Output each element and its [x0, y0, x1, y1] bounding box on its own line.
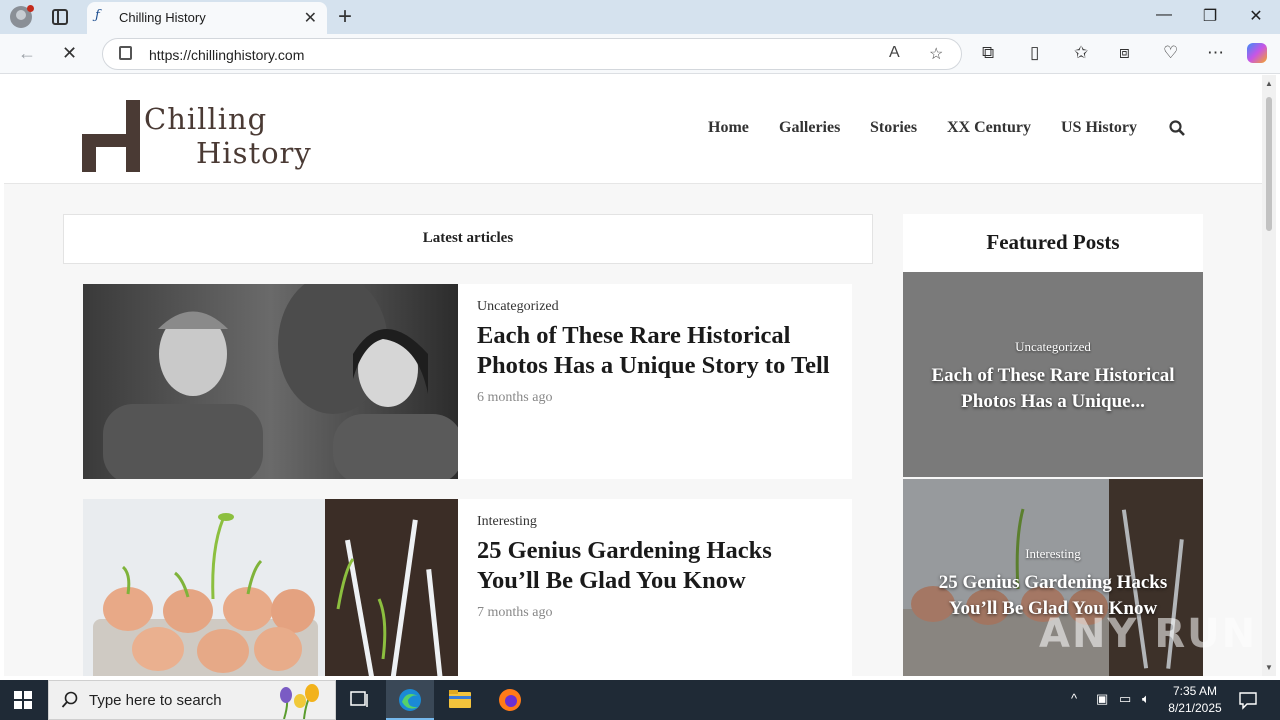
article-category[interactable]: Uncategorized	[477, 299, 559, 315]
read-aloud-icon[interactable]: A	[889, 44, 900, 62]
site-info-icon[interactable]	[119, 46, 132, 60]
tab-title: Chilling History	[119, 10, 206, 25]
browser-tab-bar: ƒ Chilling History ✕ + — ❐ ✕	[0, 0, 1280, 34]
site-logo[interactable]: Chilling History	[82, 100, 332, 172]
tab-actions-icon[interactable]	[52, 9, 68, 25]
article-category[interactable]: Interesting	[477, 514, 537, 530]
edge-taskbar-icon[interactable]	[386, 680, 434, 720]
nav-home[interactable]: Home	[708, 119, 749, 139]
sidebar-title: Featured Posts	[986, 230, 1120, 254]
browser-tab-active[interactable]: ƒ Chilling History ✕	[87, 2, 327, 34]
address-bar[interactable]: https://chillinghistory.com A ☆	[102, 38, 962, 70]
eggshell-seedlings-photo	[83, 499, 458, 676]
nav-us-history[interactable]: US History	[1061, 119, 1137, 139]
article-thumbnail[interactable]	[83, 284, 458, 479]
search-icon[interactable]	[1169, 120, 1185, 136]
taskbar-search-box[interactable]: Type here to search	[48, 680, 336, 720]
minimize-icon[interactable]: —	[1141, 6, 1187, 24]
featured-post[interactable]: Uncategorized Each of These Rare Histori…	[903, 272, 1203, 477]
featured-posts-header: Featured Posts	[903, 214, 1203, 272]
volume-icon[interactable]: 🔈︎	[1142, 691, 1150, 707]
network-icon[interactable]: ▭	[1119, 691, 1131, 707]
featured-post-title[interactable]: Each of These Rare Historical Photos Has…	[913, 363, 1193, 415]
new-tab-icon[interactable]: +	[338, 3, 352, 31]
system-clock[interactable]: 7:35 AM 8/21/2025	[1160, 683, 1230, 717]
firefox-icon[interactable]	[486, 680, 534, 720]
stop-loading-icon[interactable]: ✕	[62, 43, 77, 64]
device-icon[interactable]: ▣	[1096, 691, 1108, 707]
article-thumbnail[interactable]	[83, 499, 458, 676]
favorites-icon[interactable]: ✩	[1074, 43, 1088, 63]
tulip-decoration-icon	[280, 684, 319, 719]
close-window-icon[interactable]: ✕	[1233, 6, 1279, 26]
favorite-star-icon[interactable]: ☆	[929, 44, 943, 64]
logo-line-1: Chilling	[144, 102, 268, 136]
nav-galleries[interactable]: Galleries	[779, 119, 840, 139]
historical-couple-photo	[83, 284, 458, 479]
article-card[interactable]: Uncategorized Each of These Rare Histori…	[83, 284, 852, 479]
notification-center-icon[interactable]	[1238, 690, 1258, 710]
scroll-down-icon[interactable]: ▼	[1265, 663, 1273, 672]
logo-line-2: History	[196, 136, 312, 170]
taskbar-search-placeholder[interactable]: Type here to search	[89, 692, 222, 709]
page-viewport: Chilling History Home Galleries Stories …	[4, 75, 1262, 676]
clock-time: 7:35 AM	[1172, 684, 1218, 698]
site-favicon-icon: ƒ	[95, 8, 100, 23]
site-header: Chilling History Home Galleries Stories …	[4, 75, 1262, 184]
nav-xx-century[interactable]: XX Century	[947, 119, 1031, 139]
windows-start-icon[interactable]	[14, 691, 32, 709]
nav-stories[interactable]: Stories	[870, 119, 917, 139]
featured-post-category[interactable]: Interesting	[903, 546, 1203, 562]
show-hidden-icons-icon[interactable]: ^	[1071, 691, 1077, 706]
search-icon	[61, 691, 78, 708]
file-explorer-icon[interactable]	[436, 680, 484, 720]
featured-post-category[interactable]: Uncategorized	[903, 339, 1203, 355]
page-scrollbar[interactable]: ▲ ▼	[1262, 75, 1276, 676]
extensions-icon[interactable]: ⧉	[982, 43, 994, 63]
scroll-up-icon[interactable]: ▲	[1265, 79, 1273, 88]
restore-icon[interactable]: ❐	[1187, 6, 1233, 26]
more-menu-icon[interactable]: ⋯	[1207, 43, 1224, 63]
article-date: 7 months ago	[477, 605, 553, 620]
anyrun-watermark: ANY RUN	[1039, 611, 1258, 657]
clock-date: 8/21/2025	[1168, 701, 1222, 715]
collections-icon[interactable]: ⧈	[1119, 43, 1130, 63]
close-tab-icon[interactable]: ✕	[304, 8, 317, 28]
windows-taskbar: Type here to search ^ ▣ ▭ 🔈︎ 7:35 AM 8/2…	[0, 680, 1280, 720]
article-title[interactable]: 25 Genius Gardening Hacks You’ll Be Glad…	[477, 536, 837, 596]
copilot-icon[interactable]	[1247, 43, 1267, 63]
browser-essentials-icon[interactable]: ♡	[1163, 43, 1178, 63]
back-icon[interactable]: ←	[18, 43, 36, 64]
section-title: Latest articles	[422, 230, 514, 246]
split-screen-icon[interactable]: ▯	[1030, 43, 1039, 63]
scrollbar-thumb[interactable]	[1266, 97, 1272, 231]
notification-dot-icon	[27, 5, 34, 12]
article-date: 6 months ago	[477, 390, 553, 405]
latest-articles-header: Latest articles	[63, 214, 873, 264]
url-text[interactable]: https://chillinghistory.com	[149, 47, 304, 63]
logo-text: Chilling History	[144, 102, 312, 170]
address-toolbar: ← ✕ https://chillinghistory.com A ☆ ⧉ ▯ …	[0, 34, 1280, 74]
article-title[interactable]: Each of These Rare Historical Photos Has…	[477, 321, 837, 381]
article-card[interactable]: Interesting 25 Genius Gardening Hacks Yo…	[83, 499, 852, 676]
task-view-icon[interactable]	[336, 680, 384, 720]
